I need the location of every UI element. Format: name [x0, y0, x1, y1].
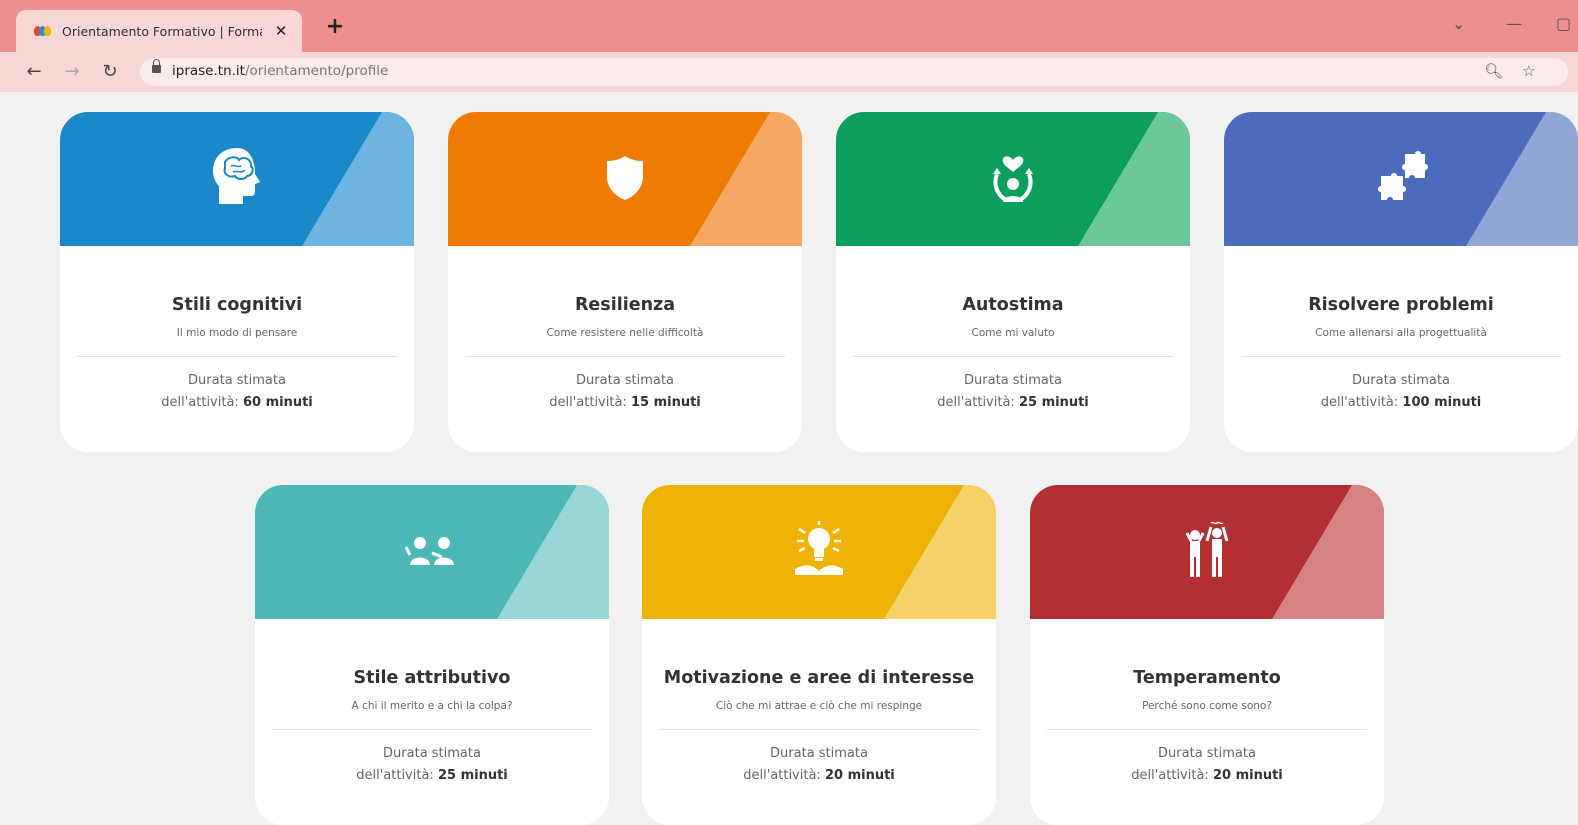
duration-value: 25 minuti: [1018, 395, 1089, 410]
card-subtitle: Come mi valuto: [971, 327, 1055, 339]
card-title: Risolvere problemi: [1308, 295, 1494, 315]
duration-label: Durata stimata: [1158, 746, 1256, 761]
address-bar[interactable]: iprase.tn.it/orientamento/profile 🔍︎ ☆: [140, 58, 1568, 86]
duration-prefix: dell'attività:: [1131, 768, 1209, 783]
card-divider: [853, 356, 1173, 357]
card-header: [255, 485, 609, 619]
duration-label: Durata stimata: [964, 373, 1062, 388]
maximize-window-icon[interactable]: ▢: [1556, 14, 1571, 33]
card-title: Stili cognitivi: [171, 295, 303, 315]
card-subtitle: Ciò che mi attrae e ciò che mi respinge: [715, 700, 923, 712]
duration-prefix: dell'attività:: [1320, 395, 1399, 410]
shield-icon: [607, 156, 643, 200]
card-title: Resilienza: [574, 295, 676, 315]
page-content: Stili cognitivi Il mio modo di pensare D…: [0, 92, 1578, 825]
bookmark-star-icon[interactable]: ☆: [1522, 62, 1535, 80]
browser-toolbar: ← → ↻ iprase.tn.it/orientamento/profile …: [0, 52, 1578, 92]
card-subtitle: A chi il merito e a chi la colpa?: [351, 700, 513, 712]
card-subtitle: Come resistere nelle difficoltà: [546, 327, 704, 339]
duration-label: Durata stimata: [383, 746, 481, 761]
tab-close-icon[interactable]: ✕: [270, 20, 292, 42]
card-header: [60, 112, 414, 246]
minimize-window-icon[interactable]: —: [1506, 14, 1522, 33]
duration-label: Durata stimata: [1352, 373, 1450, 388]
url-text[interactable]: iprase.tn.it/orientamento/profile: [172, 63, 388, 79]
card-divider: [659, 729, 979, 730]
card-subtitle: Perché sono come sono?: [1142, 700, 1272, 712]
url-host: iprase.tn.it: [172, 63, 245, 79]
duration-line: dell'attività: 15 minuti: [448, 395, 802, 410]
card-divider: [1047, 729, 1367, 730]
tab-search-chevron-icon[interactable]: ⌄: [1452, 14, 1465, 33]
duration-line: dell'attività: 60 minuti: [60, 395, 414, 410]
duration-label: Durata stimata: [188, 373, 286, 388]
activity-card-motivazione[interactable]: Motivazione e aree di interesse Ciò che …: [642, 485, 996, 825]
card-divider: [272, 729, 592, 730]
activity-card-risolvere-problemi[interactable]: Risolvere problemi Come allenarsi alla p…: [1224, 112, 1578, 452]
brain-head-icon: [213, 148, 260, 204]
activity-card-stili-cognitivi[interactable]: Stili cognitivi Il mio modo di pensare D…: [60, 112, 414, 452]
duration-line: dell'attività: 25 minuti: [836, 395, 1190, 410]
card-divider: [465, 356, 785, 357]
duration-line: dell'attività: 20 minuti: [1030, 768, 1384, 783]
duration-label: Durata stimata: [770, 746, 868, 761]
duration-label: Durata stimata: [576, 373, 674, 388]
card-header: [448, 112, 802, 246]
puzzle-icon: [1378, 151, 1428, 200]
lightbulb-book-icon: [795, 521, 843, 575]
activity-card-temperamento[interactable]: Temperamento Perché sono come sono? Dura…: [1030, 485, 1384, 825]
card-title: Stile attributivo: [353, 668, 511, 688]
card-header: [1030, 485, 1384, 619]
duration-line: dell'attività: 20 minuti: [642, 768, 996, 783]
duration-prefix: dell'attività:: [356, 768, 434, 783]
duration-prefix: dell'attività:: [743, 768, 821, 783]
duration-value: 15 minuti: [630, 395, 701, 410]
people-pointing-icon: [404, 537, 454, 565]
duration-value: 25 minuti: [437, 768, 508, 783]
card-title: Motivazione e aree di interesse: [663, 668, 975, 688]
duration-value: 60 minuti: [242, 395, 313, 410]
activity-card-stile-attributivo[interactable]: Stile attributivo A chi il merito e a ch…: [255, 485, 609, 825]
activity-card-autostima[interactable]: Autostima Come mi valuto Durata stimata …: [836, 112, 1190, 452]
card-header: [642, 485, 996, 619]
duration-prefix: dell'attività:: [937, 395, 1015, 410]
browser-tab-bar: Orientamento Formativo | Forma ✕ + ⌄ — ▢: [0, 0, 1578, 52]
card-title: Autostima: [962, 295, 1064, 315]
self-esteem-icon: [993, 156, 1033, 202]
forward-arrow-icon[interactable]: →: [60, 60, 84, 84]
lock-icon: [152, 59, 161, 73]
site-favicon-icon: [34, 25, 52, 37]
card-header: [836, 112, 1190, 246]
card-header: [1224, 112, 1578, 246]
duration-prefix: dell'attività:: [549, 395, 627, 410]
card-subtitle: Come allenarsi alla progettualità: [1315, 327, 1487, 339]
card-divider: [1241, 356, 1561, 357]
duration-line: dell'attività: 100 minuti: [1224, 395, 1578, 410]
back-arrow-icon[interactable]: ←: [22, 60, 46, 84]
temperament-people-icon: [1185, 521, 1229, 577]
card-subtitle: Il mio modo di pensare: [176, 327, 298, 339]
zoom-icon[interactable]: 🔍︎: [1484, 62, 1503, 80]
duration-value: 20 minuti: [1212, 768, 1283, 783]
activity-card-resilienza[interactable]: Resilienza Come resistere nelle difficol…: [448, 112, 802, 452]
card-divider: [77, 356, 397, 357]
card-title: Temperamento: [1133, 668, 1281, 688]
url-path: /orientamento/profile: [244, 63, 389, 79]
duration-value: 20 minuti: [824, 768, 895, 783]
tab-title: Orientamento Formativo | Forma: [62, 23, 262, 39]
duration-value: 100 minuti: [1402, 395, 1482, 410]
new-tab-button[interactable]: +: [322, 14, 348, 40]
duration-prefix: dell'attività:: [161, 395, 239, 410]
duration-line: dell'attività: 25 minuti: [255, 768, 609, 783]
browser-tab[interactable]: Orientamento Formativo | Forma ✕: [16, 10, 302, 52]
reload-icon[interactable]: ↻: [98, 60, 122, 84]
